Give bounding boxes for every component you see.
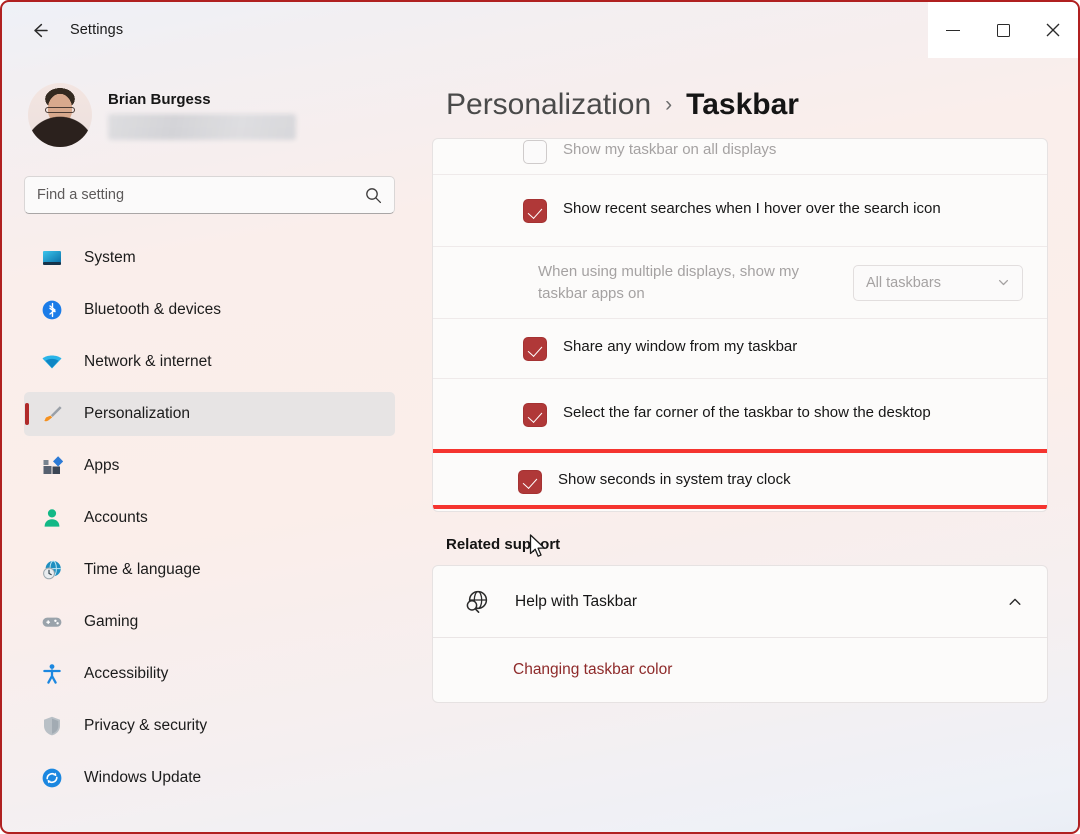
minimize-button[interactable] [928, 2, 978, 58]
back-button[interactable] [22, 13, 56, 47]
back-arrow-icon [33, 23, 48, 37]
sidebar-item-label: Time & language [84, 561, 201, 578]
search-icon [366, 187, 382, 203]
chevron-up-icon[interactable] [1007, 594, 1023, 610]
apps-icon [40, 454, 64, 478]
setting-row-show-taskbar-all-displays[interactable]: Show my taskbar on all displays [433, 139, 1047, 175]
avatar-glasses [45, 107, 75, 114]
breadcrumb: Personalization › Taskbar [432, 76, 1048, 134]
setting-row-far-corner-show-desktop[interactable]: Select the far corner of the taskbar to … [433, 379, 1047, 451]
person-icon [40, 506, 64, 530]
breadcrumb-separator-icon: › [665, 93, 673, 116]
related-support-card: Help with Taskbar Changing taskbar color [432, 565, 1048, 703]
checkbox-show-seconds-tray-clock[interactable] [518, 469, 542, 494]
page-title: Taskbar [686, 88, 799, 121]
checkbox-show-taskbar-all-displays[interactable] [523, 140, 547, 164]
avatar-photo [28, 83, 92, 147]
sidebar: Brian Burgess Find a setting System Blue… [2, 58, 417, 832]
checkbox-far-corner-show-desktop[interactable] [523, 403, 547, 427]
update-icon [40, 766, 64, 790]
sidebar-item-label: Windows Update [84, 769, 202, 786]
avatar [28, 83, 92, 147]
sidebar-item-label: System [84, 249, 136, 266]
sidebar-item-accessibility[interactable]: Accessibility [24, 652, 395, 696]
account-name: Brian Burgess [108, 90, 211, 108]
sidebar-item-bluetooth-devices[interactable]: Bluetooth & devices [24, 288, 395, 332]
checkbox-group: Share any window from my taskbar [523, 322, 797, 375]
sidebar-item-label: Network & internet [84, 353, 212, 370]
globe-search-icon [461, 587, 491, 617]
taskbar-settings-card: Show my taskbar on all displays Show rec… [432, 138, 1048, 512]
title-bar: Settings [2, 2, 1078, 58]
setting-label: Select the far corner of the taskbar to … [563, 404, 931, 421]
sidebar-item-time-language[interactable]: Time & language [24, 548, 395, 592]
checkbox-group: Show recent searches when I hover over t… [523, 184, 941, 237]
sidebar-item-label: Apps [84, 457, 120, 474]
account-text: Brian Burgess [108, 91, 296, 140]
sidebar-item-label: Gaming [84, 613, 139, 630]
chevron-down-icon [998, 279, 1009, 286]
setting-label: Show seconds in system tray clock [558, 470, 791, 488]
window-controls [928, 2, 1078, 58]
checkbox-group: Show my taskbar on all displays [523, 139, 776, 174]
sidebar-item-label: Privacy & security [84, 717, 208, 734]
setting-row-multiple-displays[interactable]: When using multiple displays, show my ta… [433, 247, 1047, 319]
title-bar-left: Settings [2, 2, 1078, 58]
sidebar-item-windows-update[interactable]: Windows Update [24, 756, 395, 800]
sidebar-item-label: Bluetooth & devices [84, 301, 222, 318]
search-box[interactable] [24, 176, 395, 214]
help-with-taskbar-row[interactable]: Help with Taskbar [433, 566, 1047, 638]
breadcrumb-parent[interactable]: Personalization [446, 88, 651, 122]
account-profile[interactable]: Brian Burgess [24, 58, 395, 154]
account-email-redacted [108, 113, 296, 140]
setting-row-share-any-window[interactable]: Share any window from my taskbar [433, 319, 1047, 379]
setting-row-show-seconds-tray-clock[interactable]: Show seconds in system tray clock [433, 451, 1047, 511]
checkbox-group: Select the far corner of the taskbar to … [523, 388, 931, 441]
paintbrush-icon [40, 402, 64, 426]
setting-row-show-recent-searches[interactable]: Show recent searches when I hover over t… [433, 175, 1047, 247]
accessibility-icon [40, 662, 64, 686]
sidebar-item-accounts[interactable]: Accounts [24, 496, 395, 540]
dropdown-taskbar-apps-display[interactable]: All taskbars [853, 264, 1023, 301]
sidebar-item-label: Accessibility [84, 665, 169, 682]
sidebar-item-gaming[interactable]: Gaming [24, 600, 395, 644]
sidebar-item-network-internet[interactable]: Network & internet [24, 340, 395, 384]
setting-label: Share any window from my taskbar [563, 338, 798, 355]
sidebar-item-privacy-security[interactable]: Privacy & security [24, 704, 395, 748]
monitor-icon [40, 246, 64, 270]
sidebar-item-system[interactable]: System [24, 236, 395, 280]
main-content: Personalization › Taskbar Show my taskba… [417, 58, 1078, 832]
dropdown-value: All taskbars [866, 274, 941, 291]
checkbox-share-any-window[interactable] [523, 337, 547, 361]
sidebar-item-personalization[interactable]: Personalization [24, 392, 395, 436]
search-input[interactable] [37, 187, 365, 203]
close-icon [1046, 23, 1060, 37]
support-link-row[interactable]: Changing taskbar color [433, 638, 1047, 702]
checkbox-group: Show seconds in system tray clock [518, 455, 791, 508]
sidebar-nav: System Bluetooth & devices Network & int… [24, 236, 395, 800]
setting-label: Show recent searches when I hover over t… [563, 200, 941, 217]
window-title: Settings [70, 22, 124, 38]
help-with-taskbar-label: Help with Taskbar [515, 592, 638, 610]
setting-label: Show my taskbar on all displays [563, 141, 777, 158]
related-support-title: Related support [446, 536, 561, 553]
sidebar-item-label: Accounts [84, 509, 148, 526]
clock-globe-icon [40, 558, 64, 582]
sidebar-item-label: Personalization [84, 405, 190, 422]
close-button[interactable] [1028, 2, 1078, 58]
setting-label: When using multiple displays, show my ta… [538, 262, 799, 302]
bluetooth-icon [40, 298, 64, 322]
wifi-icon [40, 350, 64, 374]
maximize-icon [996, 23, 1010, 37]
settings-window: Settings Brian Burgess Find a setting Sy… [0, 0, 1080, 834]
shield-icon [40, 714, 64, 738]
checkbox-show-recent-searches[interactable] [523, 199, 547, 223]
sidebar-item-apps[interactable]: Apps [24, 444, 395, 488]
gamepad-icon [40, 610, 64, 634]
highlighted-setting-wrapper: Show seconds in system tray clock [433, 449, 1047, 511]
minimize-icon [946, 29, 960, 31]
maximize-button[interactable] [978, 2, 1028, 58]
link-changing-taskbar-color[interactable]: Changing taskbar color [513, 661, 672, 679]
